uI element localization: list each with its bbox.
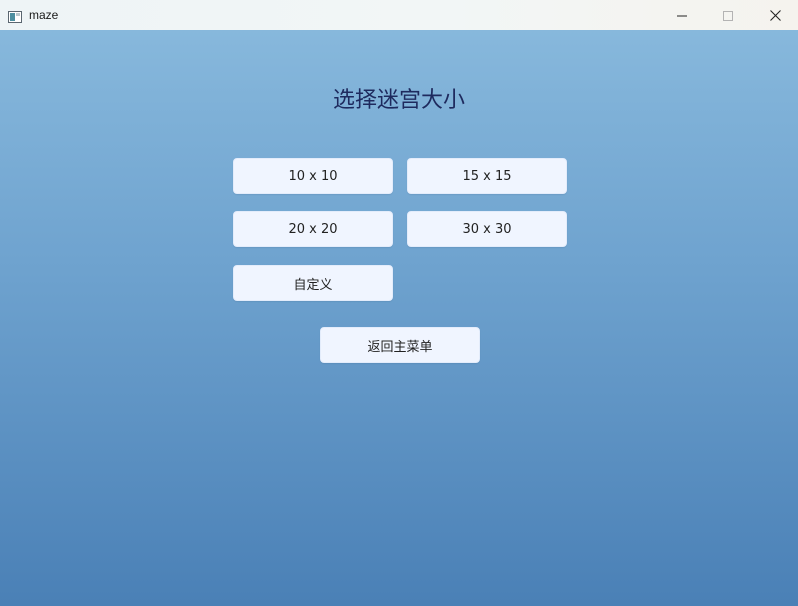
- close-icon: [769, 6, 781, 25]
- size-30x30-button[interactable]: 30 x 30: [407, 211, 567, 247]
- size-15x15-button[interactable]: 15 x 15: [407, 158, 567, 194]
- back-to-main-menu-button[interactable]: 返回主菜单: [320, 327, 480, 363]
- minimize-button[interactable]: [659, 0, 705, 30]
- maximize-button[interactable]: [705, 0, 751, 30]
- window-title: maze: [29, 8, 59, 22]
- size-10x10-button[interactable]: 10 x 10: [233, 158, 393, 194]
- custom-size-button[interactable]: 自定义: [233, 265, 393, 301]
- maximize-icon: [723, 6, 733, 25]
- minimize-icon: [677, 6, 687, 25]
- page-title: 选择迷宫大小: [332, 88, 465, 113]
- client-area: 选择迷宫大小 10 x 10 15 x 15 20 x 20 30 x 30 自…: [0, 30, 798, 606]
- app-window: maze 选择迷宫大小 10 x 10 15 x 15 20 x 20 30 x: [0, 0, 798, 606]
- close-button[interactable]: [752, 0, 798, 30]
- title-bar[interactable]: maze: [0, 0, 798, 30]
- size-20x20-button[interactable]: 20 x 20: [233, 211, 393, 247]
- app-window-icon: [8, 8, 22, 23]
